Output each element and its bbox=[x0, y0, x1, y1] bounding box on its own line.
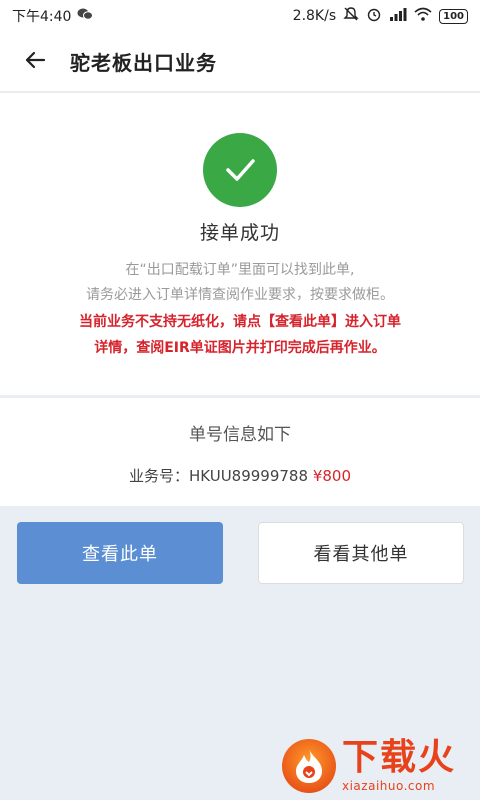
flame-logo-icon bbox=[282, 739, 336, 793]
order-number: 业务号：HKUU89999788 bbox=[129, 467, 309, 485]
signal-icon bbox=[389, 7, 407, 25]
hint-line-1: 在“出口配载订单”里面可以找到此单, bbox=[125, 262, 355, 278]
success-card: 接单成功 在“出口配载订单”里面可以找到此单, 请务必进入订单详情查阅作业要求，… bbox=[0, 93, 480, 395]
alarm-icon bbox=[366, 6, 382, 26]
order-info-heading: 单号信息如下 bbox=[189, 425, 291, 445]
watermark-text: 下载火 xiazaihuo.com bbox=[342, 737, 457, 793]
status-bar: 下午4:40 2.8K/s 100 bbox=[0, 0, 480, 32]
network-speed: 2.8K/s bbox=[292, 8, 337, 24]
view-order-button[interactable]: 查看此单 bbox=[17, 522, 223, 584]
check-icon bbox=[203, 133, 277, 207]
watermark-cn: 下载火 bbox=[342, 737, 457, 778]
status-bar-right: 2.8K/s 100 bbox=[293, 6, 468, 26]
watermark-en: xiazaihuo.com bbox=[342, 779, 436, 793]
watermark: 下载火 xiazaihuo.com bbox=[282, 736, 476, 796]
status-bar-left: 下午4:40 bbox=[12, 6, 94, 26]
order-info-panel: 单号信息如下 业务号：HKUU89999788 ¥800 bbox=[0, 397, 480, 506]
view-other-orders-button[interactable]: 看看其他单 bbox=[258, 522, 464, 584]
battery-icon: 100 bbox=[439, 8, 468, 24]
back-button[interactable] bbox=[0, 32, 70, 92]
mute-icon bbox=[343, 6, 359, 26]
app-header: 驼老板出口业务 bbox=[0, 32, 480, 92]
status-time: 下午4:40 bbox=[12, 9, 72, 25]
wechat-icon bbox=[77, 7, 94, 25]
order-number-line: 业务号：HKUU89999788 ¥800 bbox=[0, 465, 480, 486]
hint-line-2: 请务必进入订单详情查阅作业要求，按要求做柜。 bbox=[86, 287, 394, 303]
order-price: ¥800 bbox=[312, 467, 351, 485]
success-title: 接单成功 bbox=[199, 222, 280, 244]
back-arrow-icon bbox=[23, 48, 47, 76]
warning-line-2: 详情，查阅EIR单证图片并打印完成后再作业。 bbox=[94, 340, 386, 356]
wifi-icon bbox=[414, 7, 432, 25]
warning-line-1: 当前业务不支持无纸化，请点【查看此单】进入订单 bbox=[79, 314, 401, 330]
page-title: 驼老板出口业务 bbox=[70, 51, 217, 75]
